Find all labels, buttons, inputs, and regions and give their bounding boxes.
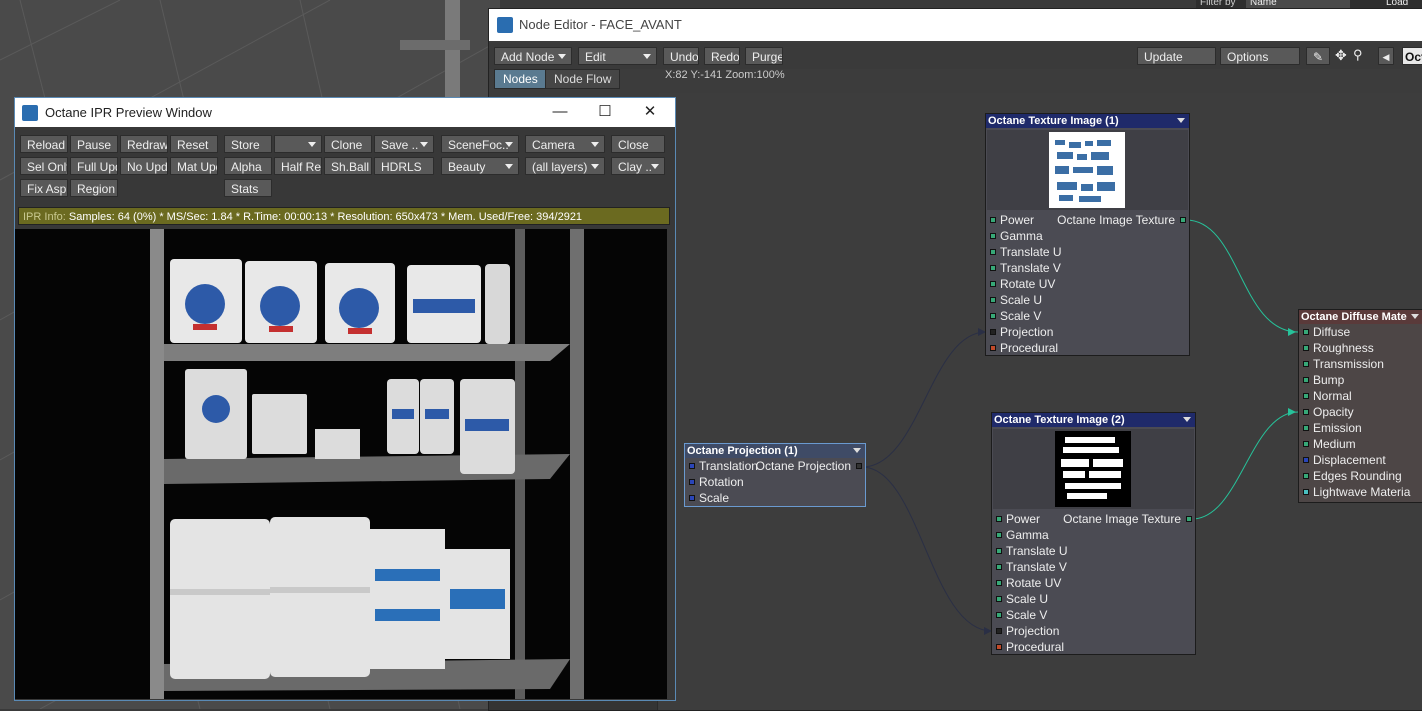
minimize-icon[interactable]: — xyxy=(549,102,571,122)
region-button[interactable]: Region xyxy=(70,179,118,197)
store-slot-select[interactable] xyxy=(274,135,322,153)
texture-preview-panel xyxy=(993,429,1194,509)
output-port[interactable] xyxy=(1186,516,1192,522)
port-rotate-uv[interactable]: Rotate UV xyxy=(986,276,1189,292)
clay-mode-select[interactable]: Clay .. xyxy=(611,157,665,175)
port-gamma[interactable]: Gamma xyxy=(992,527,1195,543)
no-update-button[interactable]: No Upd. xyxy=(120,157,168,175)
port-power[interactable]: Power Octane Image Texture xyxy=(986,212,1189,228)
port-opacity[interactable]: Opacity xyxy=(1299,404,1422,420)
port-scale[interactable]: Scale xyxy=(685,490,865,506)
port-diffuse[interactable]: Diffuse xyxy=(1299,324,1422,340)
output-port[interactable] xyxy=(1180,217,1186,223)
port-scale-u[interactable]: Scale U xyxy=(992,591,1195,607)
node-title[interactable]: Octane Texture Image (2) xyxy=(992,413,1195,427)
ipr-info-text: Samples: 64 (0%) * MS/Sec: 1.84 * R.Time… xyxy=(68,211,583,223)
output-port[interactable] xyxy=(856,463,862,469)
shader-ball-button[interactable]: Sh.Ball xyxy=(324,157,372,175)
port-emission[interactable]: Emission xyxy=(1299,420,1422,436)
port-rotation[interactable]: Rotation xyxy=(685,474,865,490)
port-projection[interactable]: Projection xyxy=(992,623,1195,639)
node-texture-image-1[interactable]: Octane Texture Image (1) Power Octane Ima… xyxy=(985,113,1190,356)
port-displacement[interactable]: Displacement xyxy=(1299,452,1422,468)
ipr-preview-window: Octane IPR Preview Window — ☐ ✕ Reload P… xyxy=(14,97,676,701)
port-bump[interactable]: Bump xyxy=(1299,372,1422,388)
ipr-titlebar[interactable]: Octane IPR Preview Window — ☐ ✕ xyxy=(15,98,675,127)
ipr-info-bar: IPR Info: Samples: 64 (0%) * MS/Sec: 1.8… xyxy=(18,207,670,225)
node-title[interactable]: Octane Projection (1) xyxy=(685,444,865,458)
wire-arrow xyxy=(1288,328,1296,336)
wire-tex1-diffuse xyxy=(1185,219,1299,333)
render-scene xyxy=(150,229,584,699)
hdrls-button[interactable]: HDRLS xyxy=(374,157,434,175)
port-scale-v[interactable]: Scale V xyxy=(986,308,1189,324)
node-title[interactable]: Octane Diffuse Mate xyxy=(1299,310,1422,324)
port-scale-v[interactable]: Scale V xyxy=(992,607,1195,623)
full-update-button[interactable]: Full Upd. xyxy=(70,157,118,175)
port-scale-u[interactable]: Scale U xyxy=(986,292,1189,308)
port-edges-rounding[interactable]: Edges Rounding xyxy=(1299,468,1422,484)
wire-proj-tex1 xyxy=(861,331,987,468)
reset-button[interactable]: Reset xyxy=(170,135,218,153)
port-medium[interactable]: Medium xyxy=(1299,436,1422,452)
fix-aspect-button[interactable]: Fix Asp. xyxy=(20,179,68,197)
port-translate-u[interactable]: Translate U xyxy=(986,244,1189,260)
wire-arrow xyxy=(1288,408,1296,416)
port-roughness[interactable]: Roughness xyxy=(1299,340,1422,356)
app-icon xyxy=(22,105,38,121)
port-translate-u[interactable]: Translate U xyxy=(992,543,1195,559)
port-gamma[interactable]: Gamma xyxy=(986,228,1189,244)
node-ports: Power Octane Image Texture Gamma Translat… xyxy=(992,511,1195,655)
ipr-info-label: IPR Info: xyxy=(23,211,66,223)
output-label: Octane Image Texture xyxy=(1063,512,1181,526)
clone-button[interactable]: Clone xyxy=(324,135,372,153)
port-power[interactable]: Power Octane Image Texture xyxy=(992,511,1195,527)
layers-select[interactable]: (all layers) xyxy=(525,157,605,175)
camera-select[interactable]: Camera xyxy=(525,135,605,153)
port-lightwave-material[interactable]: Lightwave Materia xyxy=(1299,484,1422,500)
port-procedural[interactable]: Procedural xyxy=(986,340,1189,356)
port-translation[interactable]: Translation Octane Projection xyxy=(685,458,865,474)
half-res-button[interactable]: Half Res xyxy=(274,157,322,175)
port-translate-v[interactable]: Translate V xyxy=(992,559,1195,575)
render-preview-image[interactable] xyxy=(15,229,667,699)
wire-tex2-opacity xyxy=(1191,411,1299,520)
port-translate-v[interactable]: Translate V xyxy=(986,260,1189,276)
port-projection[interactable]: Projection xyxy=(986,324,1189,340)
store-button[interactable]: Store xyxy=(224,135,272,153)
node-title[interactable]: Octane Texture Image (1) xyxy=(986,114,1189,128)
close-icon[interactable]: ✕ xyxy=(639,102,661,122)
alpha-button[interactable]: Alpha xyxy=(224,157,272,175)
save-menu-button[interactable]: Save .. xyxy=(374,135,434,153)
output-label: Octane Projection xyxy=(755,459,851,473)
port-normal[interactable]: Normal xyxy=(1299,388,1422,404)
port-rotate-uv[interactable]: Rotate UV xyxy=(992,575,1195,591)
port-transmission[interactable]: Transmission xyxy=(1299,356,1422,372)
ipr-title: Octane IPR Preview Window xyxy=(45,105,212,120)
node-ports: Power Octane Image Texture Gamma Translat… xyxy=(986,212,1189,356)
texture-thumbnail xyxy=(1049,132,1125,208)
maximize-icon[interactable]: ☐ xyxy=(594,102,616,122)
reload-button[interactable]: Reload xyxy=(20,135,68,153)
pause-button[interactable]: Pause xyxy=(70,135,118,153)
wire-proj-tex2 xyxy=(861,466,993,632)
texture-thumbnail xyxy=(1055,431,1131,507)
sel-only-button[interactable]: Sel Only xyxy=(20,157,68,175)
node-texture-image-2[interactable]: Octane Texture Image (2) Power Octane Ima… xyxy=(991,412,1196,655)
mat-update-button[interactable]: Mat Upd xyxy=(170,157,218,175)
output-label: Octane Image Texture xyxy=(1057,213,1175,227)
render-pass-select[interactable]: Beauty xyxy=(441,157,519,175)
port-procedural[interactable]: Procedural xyxy=(992,639,1195,655)
stats-button[interactable]: Stats xyxy=(224,179,272,197)
redraw-button[interactable]: Redraw xyxy=(120,135,168,153)
texture-preview-panel xyxy=(987,130,1188,210)
node-projection-1[interactable]: Octane Projection (1) Translation Octane … xyxy=(684,443,866,507)
scene-focus-select[interactable]: SceneFoc.. xyxy=(441,135,519,153)
node-diffuse-material[interactable]: Octane Diffuse Mate Diffuse Roughness Tr… xyxy=(1298,309,1422,503)
close-button[interactable]: Close xyxy=(611,135,665,153)
